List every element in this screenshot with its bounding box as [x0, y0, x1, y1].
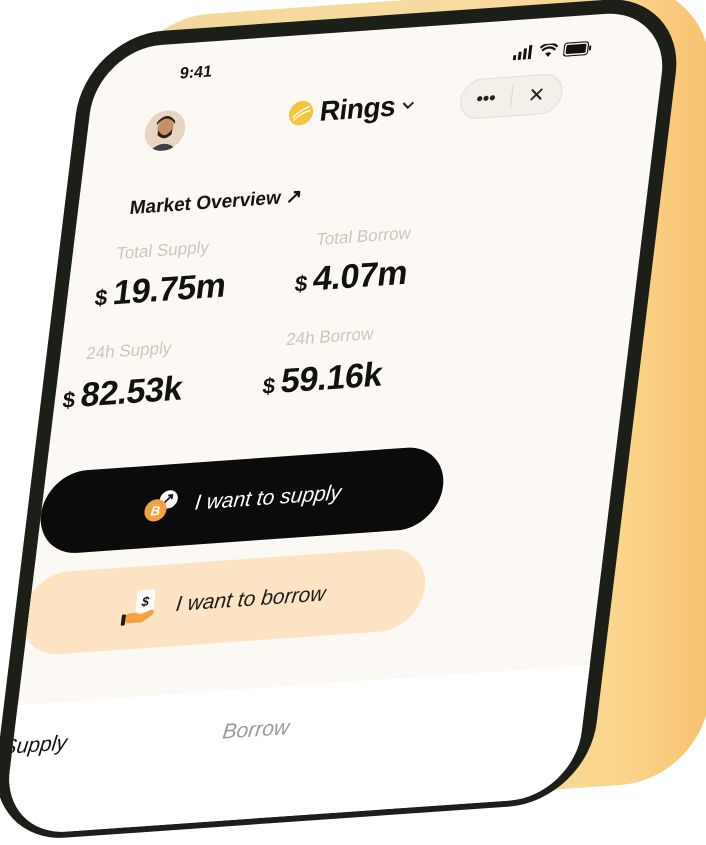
supply-coin-icon: B [144, 490, 178, 522]
status-icons [512, 41, 593, 61]
borrow-24h-amount: 59.16k [278, 355, 385, 401]
total-borrow-label: Total Borrow [315, 223, 413, 250]
currency-symbol: $ [261, 372, 277, 399]
mini-app-capsule: ••• ✕ [457, 72, 565, 121]
wifi-icon [539, 43, 559, 57]
brand-name: Rings [318, 90, 398, 127]
screen-content: 9:41 Rings ••• ✕ Market Overview ↗ Total… [1, 9, 670, 837]
total-supply-amount: 19.75m [110, 266, 228, 313]
more-icon[interactable]: ••• [460, 86, 512, 111]
phone-mockup: 9:41 Rings ••• ✕ Market Overview ↗ Total… [0, 0, 700, 844]
avatar-image [142, 109, 188, 153]
rings-logo-icon [288, 101, 314, 126]
borrow-button-label: I want to borrow [174, 582, 327, 616]
supply-24h-value: $82.53k [61, 369, 185, 417]
supply-button[interactable]: B I want to supply [35, 444, 449, 556]
close-icon[interactable]: ✕ [510, 80, 563, 109]
avatar[interactable] [142, 109, 188, 153]
currency-symbol: $ [61, 386, 77, 413]
svg-text:B: B [150, 503, 161, 519]
borrow-button[interactable]: $ I want to borrow [17, 546, 430, 657]
total-supply-value: $19.75m [93, 266, 228, 314]
tab-borrow[interactable]: Borrow [221, 716, 290, 745]
status-time: 9:41 [178, 63, 213, 83]
total-supply-label: Total Supply [115, 237, 211, 264]
currency-symbol: $ [293, 270, 309, 297]
signal-icon [512, 44, 533, 61]
battery-icon [563, 41, 592, 57]
total-borrow-value: $4.07m [293, 253, 410, 301]
market-overview-link[interactable]: Market Overview ↗ [128, 185, 303, 220]
borrow-24h-label: 24h Borrow [285, 324, 375, 350]
total-borrow-amount: 4.07m [310, 253, 410, 299]
bottom-tabbar: Supply Borrow [1, 664, 598, 837]
supply-24h-label: 24h Supply [85, 338, 173, 364]
phone-screen: 9:41 Rings ••• ✕ Market Overview ↗ Total… [1, 9, 670, 837]
chevron-down-icon [402, 101, 415, 110]
currency-symbol: $ [93, 284, 109, 311]
borrow-hand-icon: $ [121, 589, 156, 626]
supply-24h-amount: 82.53k [78, 369, 185, 415]
borrow-24h-value: $59.16k [261, 355, 385, 403]
supply-button-label: I want to supply [193, 481, 343, 515]
brand[interactable]: Rings [286, 89, 417, 130]
